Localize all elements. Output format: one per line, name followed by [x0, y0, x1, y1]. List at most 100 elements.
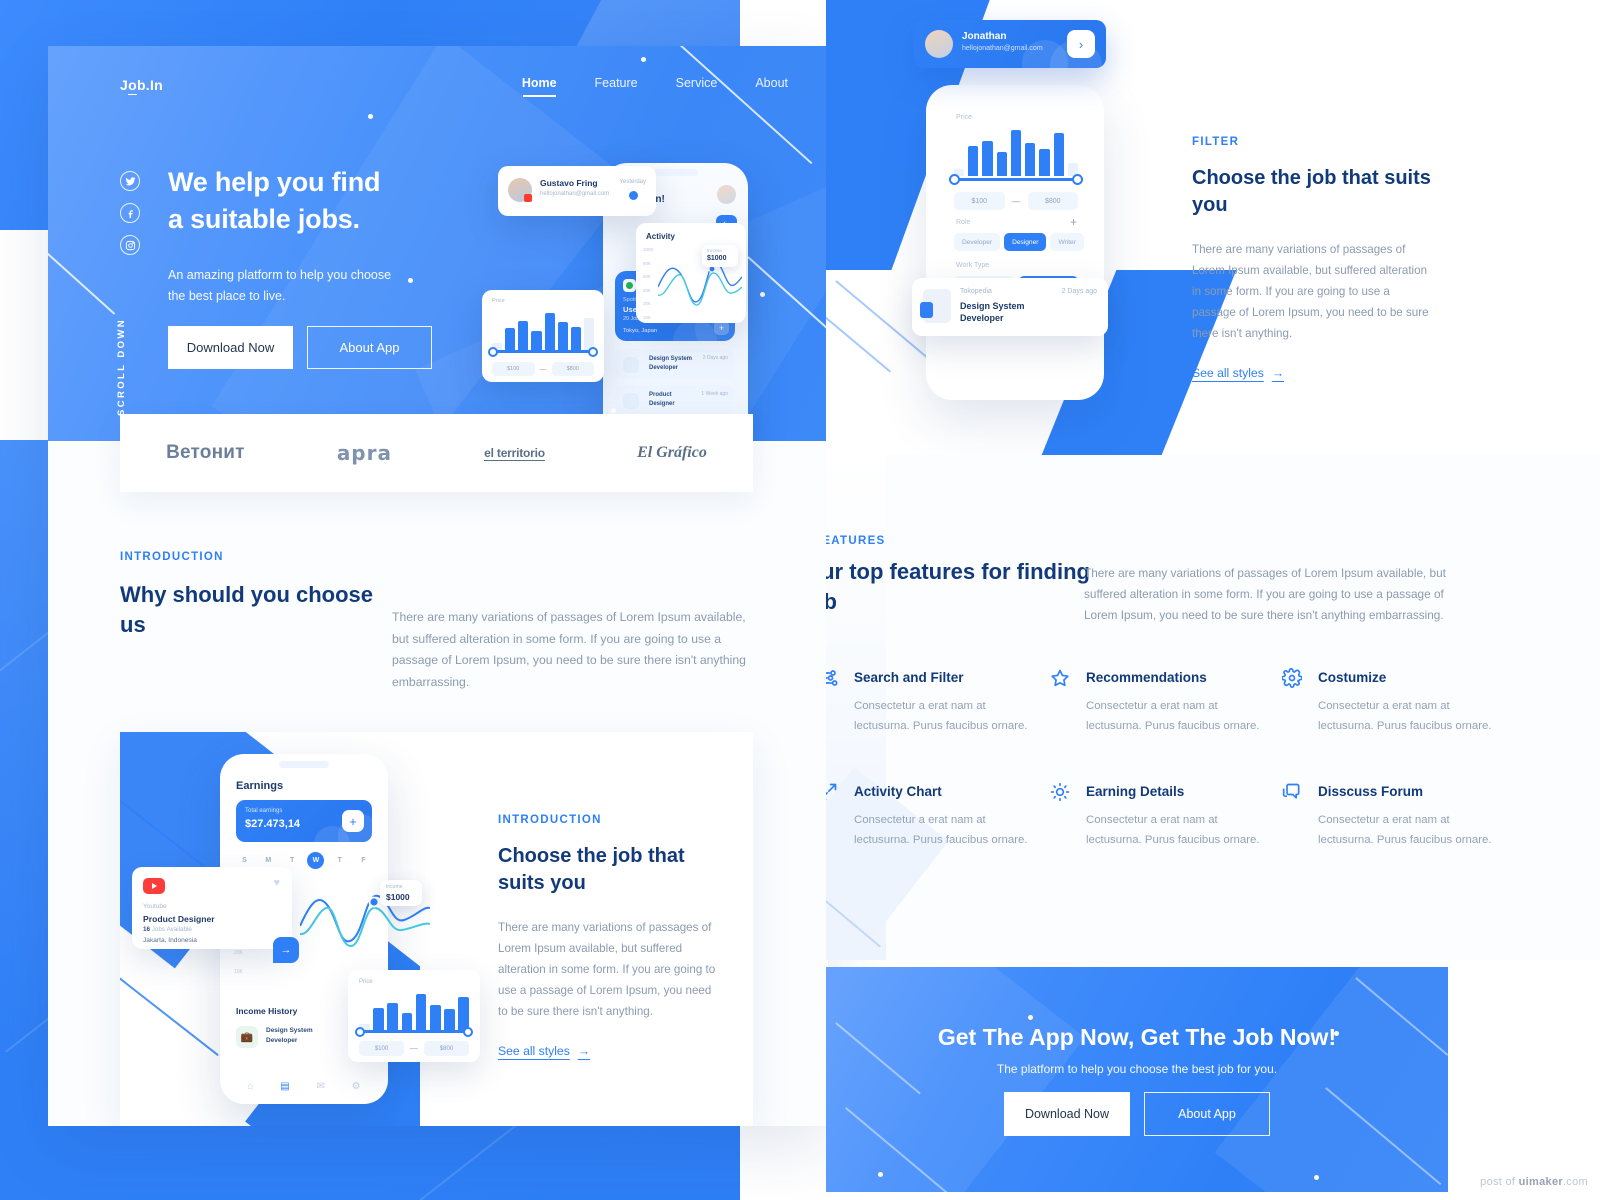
add-role-icon[interactable]: +	[1070, 215, 1077, 229]
price-range-slider[interactable]	[949, 174, 1083, 185]
about-app-button[interactable]: About App	[307, 326, 432, 369]
features-body: There are many variations of passages of…	[1084, 566, 1446, 622]
download-now-button[interactable]: Download Now	[168, 326, 293, 369]
cta-download-now-button[interactable]: Download Now	[1004, 1092, 1130, 1136]
histogram-bar	[415, 993, 427, 1030]
cta-section: Get The App Now, Get The Job Now! The pl…	[826, 967, 1448, 1192]
feature-item-activity-chart[interactable]: Activity Chart Consectetur a erat nam at…	[826, 782, 1028, 850]
tooltip-value: $1000	[707, 255, 727, 262]
arrow-right-icon: →	[1271, 366, 1284, 381]
price-min-input[interactable]: $100	[359, 1041, 404, 1056]
nav-item-home[interactable]: Home	[522, 76, 557, 97]
sender-email: hellojonathan@gmail.com	[540, 191, 610, 197]
job-count-suffix: Jobs Available	[151, 926, 192, 933]
showcase-copy: INTRODUCTION Choose the job that suits y…	[498, 814, 720, 1060]
histogram-bar	[996, 152, 1007, 176]
weekday-t1[interactable]: T	[284, 852, 301, 869]
job-result-card[interactable]: Tokopedia 2 Days ago Design System Devel…	[912, 278, 1108, 336]
feature-item-recommendations[interactable]: Recommendations Consectetur a erat nam a…	[1050, 668, 1260, 736]
instagram-icon[interactable]	[120, 235, 140, 255]
history-title-line1: Design System	[266, 1027, 313, 1034]
heart-icon[interactable]: ♥	[273, 877, 280, 889]
watermark-suffix: .com	[1562, 1176, 1588, 1188]
slider-handle-max[interactable]	[463, 1026, 473, 1037]
see-all-styles-link[interactable]: See all styles →	[1192, 366, 1284, 380]
nav-item-service[interactable]: Service	[676, 76, 718, 97]
job-list-item[interactable]: Product Designer 1 Week ago	[615, 385, 735, 415]
slider-handle-min[interactable]	[355, 1026, 365, 1037]
histogram-bar	[968, 146, 979, 176]
settings-icon[interactable]: ⚙	[352, 1081, 361, 1092]
y-tick: 10K	[643, 314, 652, 320]
job-title-line1: Product	[649, 392, 672, 398]
histogram-bar	[401, 1012, 413, 1030]
job-list-item[interactable]: Design System Developer 2 Days ago	[615, 349, 735, 379]
expand-arrows-icon	[826, 782, 840, 804]
histogram-bar	[1053, 132, 1064, 176]
role-chips: Developer Designer Writer	[954, 233, 1084, 251]
feature-item-search-and-filter[interactable]: Search and Filter Consectetur a erat nam…	[826, 670, 1028, 736]
weekday-w[interactable]: W	[307, 852, 325, 869]
price-range-slider[interactable]	[355, 1026, 473, 1037]
star-icon	[1050, 668, 1072, 690]
slider-handle-max[interactable]	[1072, 174, 1083, 185]
slider-handle-min[interactable]	[949, 174, 960, 185]
slider-handle-max[interactable]	[588, 346, 598, 357]
tooltip-label: Income	[386, 884, 403, 890]
earnings-title: Earnings	[236, 780, 284, 792]
role-chip-developer[interactable]: Developer	[954, 233, 1001, 251]
job-timestamp: 2 Days ago	[702, 355, 728, 361]
job-title-line2: Designer	[649, 401, 675, 407]
feature-item-earning-details[interactable]: Earning Details Consectetur a erat nam a…	[1050, 782, 1260, 850]
role-chip-designer[interactable]: Designer	[1004, 233, 1047, 251]
feature-desc: Consectetur a erat nam at lectusurna. Pu…	[1318, 700, 1492, 732]
histogram-bar	[387, 1003, 399, 1030]
chevron-right-icon[interactable]: ›	[1067, 30, 1095, 58]
facebook-icon[interactable]	[120, 203, 140, 223]
price-inputs: $100 — $800	[954, 192, 1078, 210]
sun-icon	[1050, 782, 1072, 804]
home-icon[interactable]: ⌂	[247, 1081, 253, 1092]
price-min-input[interactable]: $100	[492, 362, 535, 376]
page-root: Job.In Home Feature Service About SCROLL…	[0, 0, 1600, 1200]
twitter-icon[interactable]	[120, 171, 140, 191]
feature-item-disscuss-forum[interactable]: Disscuss Forum Consectetur a erat nam at…	[1282, 783, 1492, 850]
logo[interactable]: Job.In	[120, 77, 163, 95]
price-range-slider[interactable]	[488, 346, 598, 357]
weekday-f[interactable]: F	[355, 852, 372, 869]
showcase-section: Earnings Total earnings $27.473,14 + S M…	[120, 732, 753, 1126]
feature-title: Activity Chart	[854, 784, 942, 800]
price-min-input[interactable]: $100	[954, 192, 1005, 210]
showcase-line	[120, 962, 219, 1057]
cta-shape	[1214, 967, 1448, 1192]
cta-about-app-button[interactable]: About App	[1144, 1092, 1270, 1136]
job-title-line1: Design System	[960, 301, 1025, 311]
briefcase-icon[interactable]: ▤	[280, 1081, 289, 1092]
price-label: Price	[492, 298, 505, 304]
job-suggestion-card[interactable]: ♥ Youtube Product Designer 16 Jobs Avail…	[132, 867, 292, 949]
message-card[interactable]: Gustavo Fring hellojonathan@gmail.com Ye…	[498, 166, 656, 216]
price-max-input[interactable]: $800	[551, 362, 594, 376]
next-arrow-button[interactable]: →	[273, 937, 299, 963]
nav-item-feature[interactable]: Feature	[595, 76, 638, 97]
weekday-t2[interactable]: T	[331, 852, 348, 869]
feature-item-costumize[interactable]: Costumize Consectetur a erat nam at lect…	[1281, 668, 1492, 736]
job-title: Product Designer	[143, 914, 215, 924]
features-section: FEATURES Our top features for finding jo…	[826, 455, 1600, 960]
role-chip-writer[interactable]: Writer	[1050, 233, 1084, 251]
histogram-bar	[570, 326, 581, 350]
feature-desc: Consectetur a erat nam at lectusurna. Pu…	[1086, 814, 1260, 846]
tooltip-label: Income	[707, 248, 722, 253]
nav-item-about[interactable]: About	[755, 76, 788, 97]
landing-page-card: Job.In Home Feature Service About SCROLL…	[48, 46, 828, 1126]
see-all-styles-link[interactable]: See all styles →	[498, 1044, 590, 1058]
slider-handle-min[interactable]	[488, 346, 498, 357]
price-max-input[interactable]: $800	[1027, 192, 1078, 210]
messages-icon[interactable]: ✉	[316, 1081, 324, 1092]
filter-panel-section: Jonathan hellojonathan@gmail.com › Price…	[826, 0, 1600, 460]
add-earning-button[interactable]: +	[342, 810, 364, 832]
range-dash: —	[539, 365, 547, 373]
user-profile-card[interactable]: Jonathan hellojonathan@gmail.com ›	[914, 20, 1106, 68]
message-time: Yesterday	[619, 179, 646, 185]
price-max-input[interactable]: $800	[424, 1041, 469, 1056]
